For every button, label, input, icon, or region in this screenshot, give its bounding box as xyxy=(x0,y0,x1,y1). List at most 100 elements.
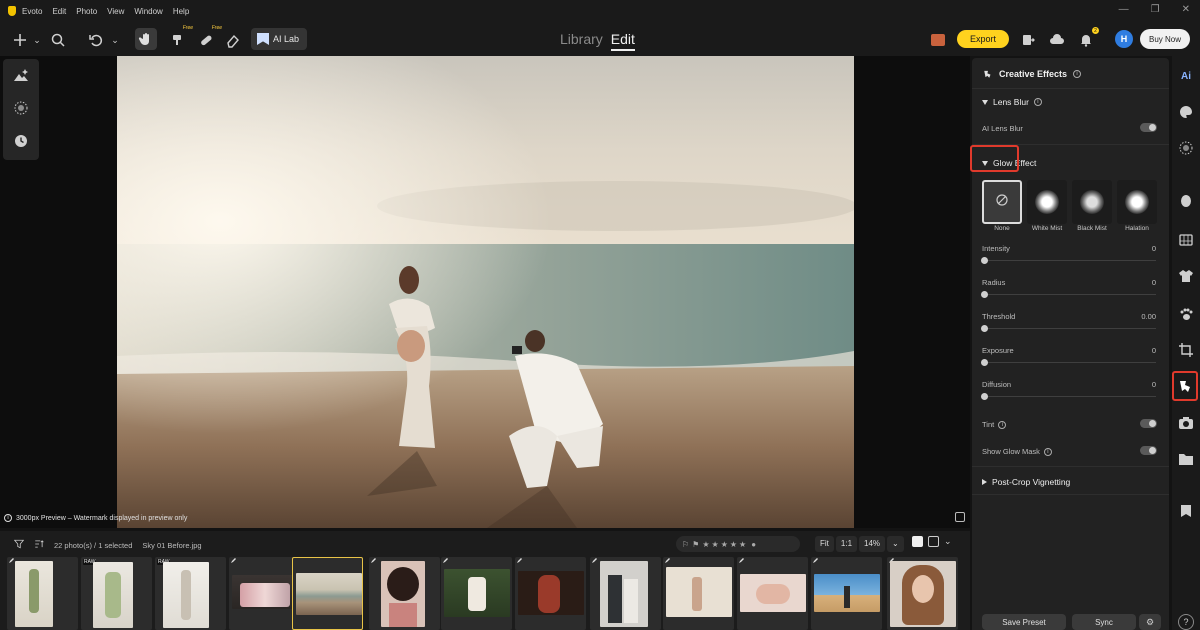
face-retouch-icon[interactable] xyxy=(1178,193,1194,209)
ai-lab-button[interactable]: AI Lab xyxy=(251,28,307,50)
menu-item-photo[interactable]: Photo xyxy=(76,7,97,16)
slider-knob[interactable] xyxy=(981,325,988,332)
split-view-icon[interactable] xyxy=(928,536,939,547)
notification-bell-icon[interactable]: 2 xyxy=(1076,27,1099,50)
tab-edit[interactable]: Edit xyxy=(610,31,635,51)
zoom-fit-button[interactable]: Fit xyxy=(815,536,834,552)
exposure-value[interactable]: 0 xyxy=(1152,346,1156,355)
maximize-icon[interactable]: ❐ xyxy=(1151,4,1160,15)
thumbnail[interactable] xyxy=(515,557,586,630)
thumbnail-selected[interactable] xyxy=(292,557,363,630)
glow-preset-white-mist[interactable]: White Mist xyxy=(1027,180,1067,233)
thumbnail[interactable]: RAW xyxy=(81,557,152,630)
background-icon[interactable] xyxy=(1178,232,1194,248)
compare-view-icon[interactable] xyxy=(955,512,965,522)
view-chevron-down-icon[interactable]: ⌄ xyxy=(944,536,952,547)
menu-item-edit[interactable]: Edit xyxy=(52,7,66,16)
share-export-icon[interactable] xyxy=(1018,30,1038,50)
gift-icon[interactable] xyxy=(928,30,948,50)
help-icon[interactable]: ? xyxy=(1178,614,1194,630)
buy-now-button[interactable]: Buy Now xyxy=(1140,29,1190,49)
slider-knob[interactable] xyxy=(981,359,988,366)
zoom-percent-select[interactable]: 14% xyxy=(859,536,886,552)
palette-icon[interactable] xyxy=(1178,104,1194,120)
ai-icon[interactable]: Ai xyxy=(1178,68,1194,84)
show-glow-mask-toggle[interactable] xyxy=(1140,446,1157,455)
crop-icon[interactable] xyxy=(1178,342,1194,358)
sync-settings-icon[interactable]: ⚙ xyxy=(1139,614,1161,630)
photo-canvas[interactable] xyxy=(0,56,970,528)
lens-blur-section-header[interactable]: Lens Blur i xyxy=(982,97,1042,107)
info-icon[interactable]: i xyxy=(1043,447,1052,456)
export-button[interactable]: Export xyxy=(957,30,1009,48)
info-icon[interactable]: i xyxy=(1033,98,1042,106)
radius-slider[interactable] xyxy=(981,291,1156,298)
add-dropdown-chevron-icon[interactable]: ⌄ xyxy=(27,30,47,50)
zoom-chevron-down-icon[interactable]: ⌄ xyxy=(887,536,904,552)
menu-item-app[interactable]: Evoto xyxy=(22,7,42,16)
camera-icon[interactable] xyxy=(1178,415,1194,431)
threshold-value[interactable]: 0.00 xyxy=(1141,312,1156,321)
search-icon[interactable] xyxy=(48,30,68,50)
intensity-value[interactable]: 0 xyxy=(1152,244,1156,253)
thumbnail[interactable] xyxy=(590,557,661,630)
flag-icon[interactable]: ⚐ xyxy=(682,540,689,549)
thumbnail[interactable] xyxy=(663,557,734,630)
thumbnail[interactable] xyxy=(7,557,78,630)
menu-item-help[interactable]: Help xyxy=(173,7,189,16)
bookmark-presets-icon[interactable] xyxy=(1178,503,1194,519)
glow-preset-none[interactable]: None xyxy=(982,180,1022,233)
clothing-icon[interactable] xyxy=(1178,268,1194,284)
history-dropdown-chevron-icon[interactable]: ⌄ xyxy=(105,30,125,50)
undo-icon[interactable] xyxy=(86,30,106,50)
filter-icon[interactable] xyxy=(13,539,25,551)
thumbnail[interactable] xyxy=(887,557,958,630)
tab-library[interactable]: Library xyxy=(560,31,603,51)
menu-item-window[interactable]: Window xyxy=(134,7,162,16)
info-icon[interactable]: i xyxy=(1073,70,1082,78)
menu-item-view[interactable]: View xyxy=(107,7,124,16)
cloud-icon[interactable] xyxy=(1047,30,1067,50)
thumbnail[interactable] xyxy=(369,557,440,630)
stamp-tool-icon[interactable]: Free xyxy=(167,25,193,50)
thumbnail[interactable] xyxy=(441,557,512,630)
slider-knob[interactable] xyxy=(981,257,988,264)
threshold-slider[interactable] xyxy=(981,325,1156,332)
folder-settings-icon[interactable] xyxy=(1178,451,1194,467)
diffusion-value[interactable]: 0 xyxy=(1152,380,1156,389)
sync-button[interactable]: Sync xyxy=(1072,614,1136,630)
eraser-tool-icon[interactable] xyxy=(223,30,243,50)
thumbnail[interactable] xyxy=(737,557,808,630)
thumbnail[interactable] xyxy=(229,557,300,630)
minimize-icon[interactable]: — xyxy=(1119,4,1129,15)
glow-preset-black-mist[interactable]: Black Mist xyxy=(1072,180,1112,233)
star-rating[interactable]: ★★★★★ xyxy=(702,540,748,549)
diffusion-slider[interactable] xyxy=(981,393,1156,400)
grain-texture-icon[interactable] xyxy=(13,100,29,116)
user-avatar[interactable]: H xyxy=(1115,30,1133,48)
glow-preset-halation[interactable]: Halation xyxy=(1117,180,1157,233)
color-label-dot-icon[interactable]: ● xyxy=(751,540,756,549)
slider-knob[interactable] xyxy=(981,393,988,400)
hand-tool-icon[interactable] xyxy=(135,28,157,50)
intensity-slider[interactable] xyxy=(981,257,1156,264)
slider-knob[interactable] xyxy=(981,291,988,298)
grain-icon[interactable] xyxy=(1178,140,1194,156)
close-icon[interactable]: ✕ xyxy=(1182,4,1190,15)
post-crop-vignetting-header[interactable]: Post-Crop Vignetting xyxy=(982,477,1070,487)
save-preset-button[interactable]: Save Preset xyxy=(982,614,1066,630)
thumbnail[interactable]: RAW xyxy=(155,557,226,630)
history-clock-icon[interactable] xyxy=(13,133,29,149)
reject-flag-icon[interactable]: ⚑ xyxy=(692,540,699,549)
auto-enhance-landscape-icon[interactable] xyxy=(13,67,29,83)
ai-lens-blur-toggle[interactable] xyxy=(1140,123,1157,132)
pet-paw-icon[interactable] xyxy=(1178,306,1194,322)
zoom-one-to-one-button[interactable]: 1:1 xyxy=(835,536,858,552)
sort-icon[interactable] xyxy=(34,539,44,551)
bandage-tool-icon[interactable]: Free xyxy=(196,25,222,50)
info-icon[interactable]: i xyxy=(998,420,1007,429)
tint-toggle[interactable] xyxy=(1140,419,1157,428)
single-view-icon[interactable] xyxy=(912,536,923,547)
radius-value[interactable]: 0 xyxy=(1152,278,1156,287)
exposure-slider[interactable] xyxy=(981,359,1156,366)
